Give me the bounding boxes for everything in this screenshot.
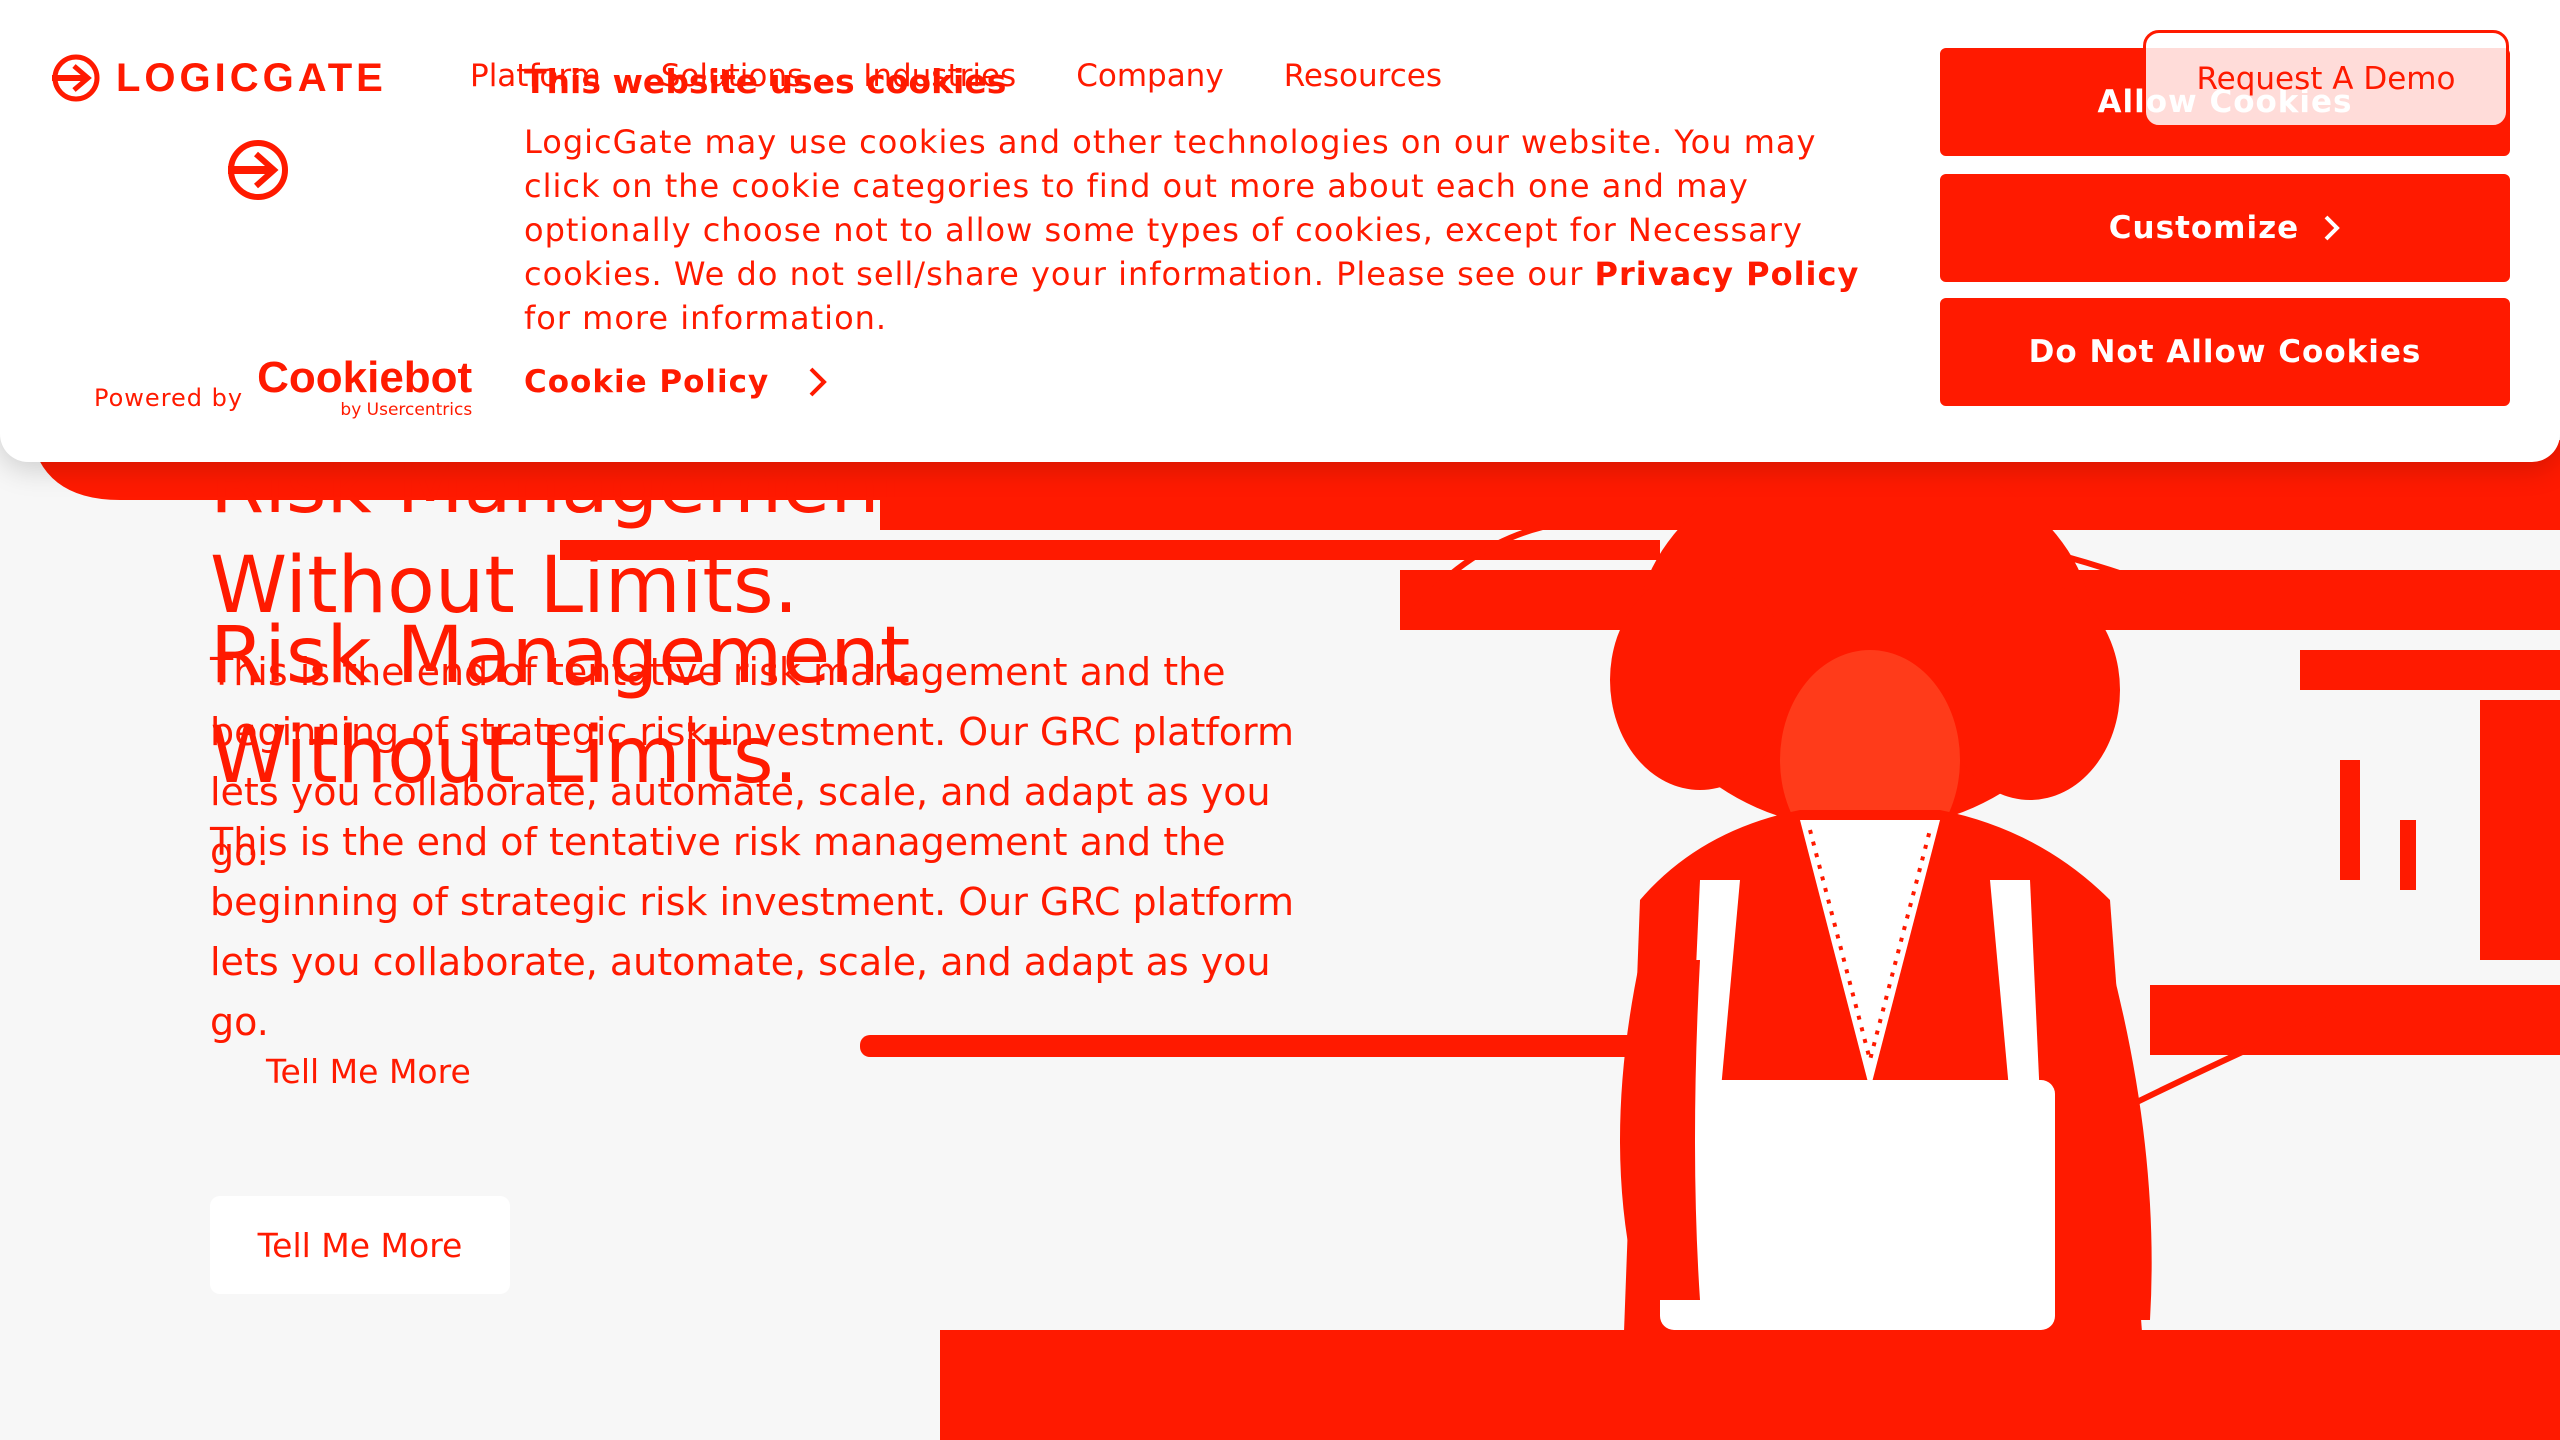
logicgate-logo-overlay[interactable]: LOGICGATE — [50, 52, 387, 104]
nav-item-resources[interactable]: Resources — [1284, 58, 1442, 94]
chevron-right-icon — [809, 367, 828, 397]
cookiebot-badge[interactable]: Powered by Cookiebot by Usercentrics — [94, 353, 473, 421]
nav-item-company[interactable]: Company — [1076, 58, 1223, 94]
nav-item-platform[interactable]: Platform — [470, 58, 601, 94]
brand-wordmark: LOGICGATE — [116, 55, 387, 100]
tell-me-more-button[interactable]: Tell Me More — [210, 1196, 510, 1294]
logicgate-logo-icon — [52, 54, 100, 102]
cookie-policy-link[interactable]: Cookie Policy — [524, 364, 829, 400]
cookie-policy-label: Cookie Policy — [524, 364, 770, 400]
customize-label: Customize — [2108, 210, 2300, 246]
cookie-banner-body: LogicGate may use cookies and other tech… — [524, 120, 1894, 340]
do-not-allow-cookies-button[interactable]: Do Not Allow Cookies — [1940, 298, 2510, 406]
hero-text: Risk Management Without Limits. This is … — [210, 606, 1310, 1052]
cookiebot-sub: by Usercentrics — [340, 400, 473, 420]
tell-me-more-label: Tell Me More — [257, 1225, 463, 1265]
nav-item-industries[interactable]: Industries — [863, 58, 1016, 94]
do-not-allow-label: Do Not Allow Cookies — [2028, 334, 2422, 370]
powered-by-label: Powered by — [94, 384, 244, 412]
logicgate-logo-icon — [228, 140, 288, 200]
request-demo-button-overlay[interactable]: Request A Demo — [2143, 30, 2509, 128]
main-nav-overlay: Platform Solutions Industries Company Re… — [470, 58, 1502, 94]
chevron-right-icon — [2324, 215, 2341, 241]
cookiebot-name: Cookiebot — [257, 353, 473, 402]
hero-title-line2: Without Limits. — [210, 711, 799, 801]
page: LOGICGATE Platform Solutions Industries … — [0, 0, 2560, 1440]
hero-body: This is the end of tentative risk manage… — [210, 820, 1294, 1044]
hero-title-line1: Risk Management — [210, 611, 911, 701]
cookie-body-text-end: for more information. — [524, 299, 888, 337]
cookiebot-logo: Cookiebot by Usercentrics — [257, 353, 473, 421]
customize-button[interactable]: Customize — [1940, 174, 2510, 282]
hero-cta-ghost-label[interactable]: Tell Me More — [266, 1052, 471, 1091]
nav-item-solutions[interactable]: Solutions — [661, 58, 803, 94]
privacy-policy-link[interactable]: Privacy Policy — [1595, 255, 1860, 293]
